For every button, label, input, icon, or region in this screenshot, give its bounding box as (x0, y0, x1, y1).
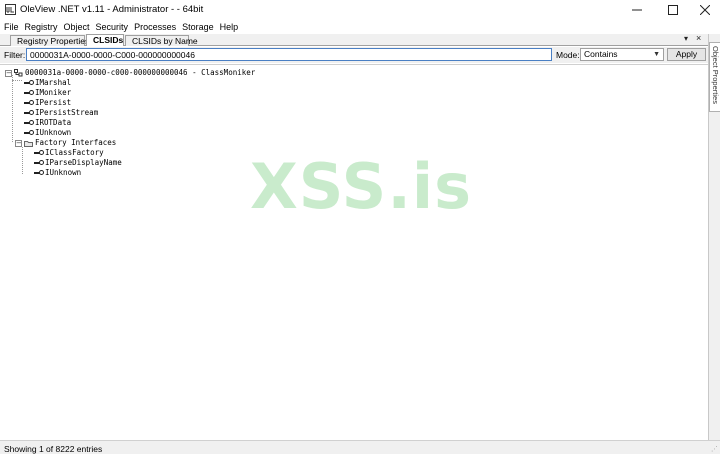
collapse-icon[interactable]: − (5, 69, 12, 77)
mode-select-value: Contains (584, 49, 618, 59)
tab-registry-properties[interactable]: Registry Properties (10, 35, 89, 46)
document-tab-strip: Registry Properties CLSIDs CLSIDs by Nam… (0, 33, 708, 46)
interface-icon (24, 109, 34, 117)
close-tab-icon[interactable]: × (696, 33, 701, 43)
tree-node-label: IPersist (35, 98, 72, 107)
resize-grip-icon[interactable]: ⋰ (711, 445, 718, 453)
tree-node-label: IPersistStream (35, 108, 99, 117)
menu-storage[interactable]: Storage (179, 22, 217, 32)
class-node-icon (14, 69, 23, 77)
tree-node-label: IUnknown (45, 168, 82, 177)
mode-select[interactable]: Contains ▼ (580, 48, 664, 61)
filter-input[interactable] (26, 48, 552, 61)
tree-node-label: IUnknown (35, 128, 72, 137)
tree-node-factory-interface[interactable]: IClassFactory (34, 148, 104, 158)
filter-label: Filter: (4, 50, 26, 60)
minimize-icon (632, 9, 642, 11)
tree-node-interface[interactable]: IUnknown (24, 128, 71, 138)
menu-object[interactable]: Object (61, 22, 93, 32)
clsid-tree-view[interactable]: − 0000031a-0000-0000-c000-000000000046 -… (0, 64, 708, 440)
tree-node-interface[interactable]: IPersist (24, 98, 71, 108)
tree-node-interface[interactable]: IPersistStream (24, 108, 98, 118)
status-text: Showing 1 of 8222 entries (4, 444, 103, 454)
menu-security[interactable]: Security (93, 22, 132, 32)
interface-icon (34, 159, 44, 167)
tree-connector (12, 80, 22, 81)
tree-node-label: IMarshal (35, 78, 72, 87)
interface-icon (24, 99, 34, 107)
tab-clsids[interactable]: CLSIDs (86, 34, 124, 46)
chevron-down-icon: ▼ (653, 51, 660, 58)
tree-node-label: IROTData (35, 118, 72, 127)
interface-icon (34, 149, 44, 157)
folder-icon (24, 140, 33, 147)
minimize-button[interactable] (620, 0, 654, 20)
apply-button[interactable]: Apply (667, 48, 706, 61)
menu-file[interactable]: File (0, 22, 22, 32)
interface-icon (24, 79, 34, 87)
tree-connector (12, 75, 13, 142)
tree-node-label: IParseDisplayName (45, 158, 122, 167)
interface-icon (34, 169, 44, 177)
close-icon (700, 5, 710, 15)
mode-label: Mode: (556, 50, 580, 60)
maximize-icon (668, 5, 678, 15)
app-logo-icon (5, 4, 16, 15)
tree-connector (22, 147, 23, 174)
filter-bar: Filter: Mode: Contains ▼ Apply (0, 47, 708, 63)
menu-help[interactable]: Help (217, 22, 242, 32)
tab-list-dropdown-icon[interactable]: ▾ (684, 34, 688, 43)
window-title: OleView .NET v1.11 - Administrator - - 6… (20, 4, 204, 15)
tab-clsids-by-name[interactable]: CLSIDs by Name (125, 35, 198, 46)
object-properties-side-tab[interactable]: Object Properties (709, 42, 720, 112)
side-panel: Object Properties (708, 34, 720, 440)
interface-icon (24, 89, 34, 97)
tree-node-label: IMoniker (35, 88, 72, 97)
tree-node-factory-interface[interactable]: IUnknown (34, 168, 81, 178)
tree-node-root[interactable]: − 0000031a-0000-0000-c000-000000000046 -… (5, 68, 255, 78)
maximize-button[interactable] (656, 0, 690, 20)
watermark: XSS.is (250, 150, 473, 223)
tree-node-label: 0000031a-0000-0000-c000-000000000046 - C… (25, 68, 256, 77)
interface-icon (24, 119, 34, 127)
tree-node-interface[interactable]: IMarshal (24, 78, 71, 88)
tree-node-factory-interfaces[interactable]: − Factory Interfaces (15, 138, 116, 148)
title-bar: OleView .NET v1.11 - Administrator - - 6… (0, 0, 720, 20)
tree-node-factory-interface[interactable]: IParseDisplayName (34, 158, 122, 168)
tree-node-label: Factory Interfaces (35, 138, 117, 147)
tree-node-interface[interactable]: IMoniker (24, 88, 71, 98)
collapse-icon[interactable]: − (15, 139, 22, 147)
side-tab-label: Object Properties (711, 46, 720, 104)
interface-icon (24, 129, 34, 137)
tree-node-interface[interactable]: IROTData (24, 118, 71, 128)
menu-bar: File Registry Object Security Processes … (0, 20, 720, 33)
menu-registry[interactable]: Registry (22, 22, 61, 32)
menu-processes[interactable]: Processes (131, 22, 179, 32)
status-bar: Showing 1 of 8222 entries ⋰ (0, 440, 720, 454)
close-window-button[interactable] (688, 0, 720, 20)
tree-node-label: IClassFactory (45, 148, 104, 157)
